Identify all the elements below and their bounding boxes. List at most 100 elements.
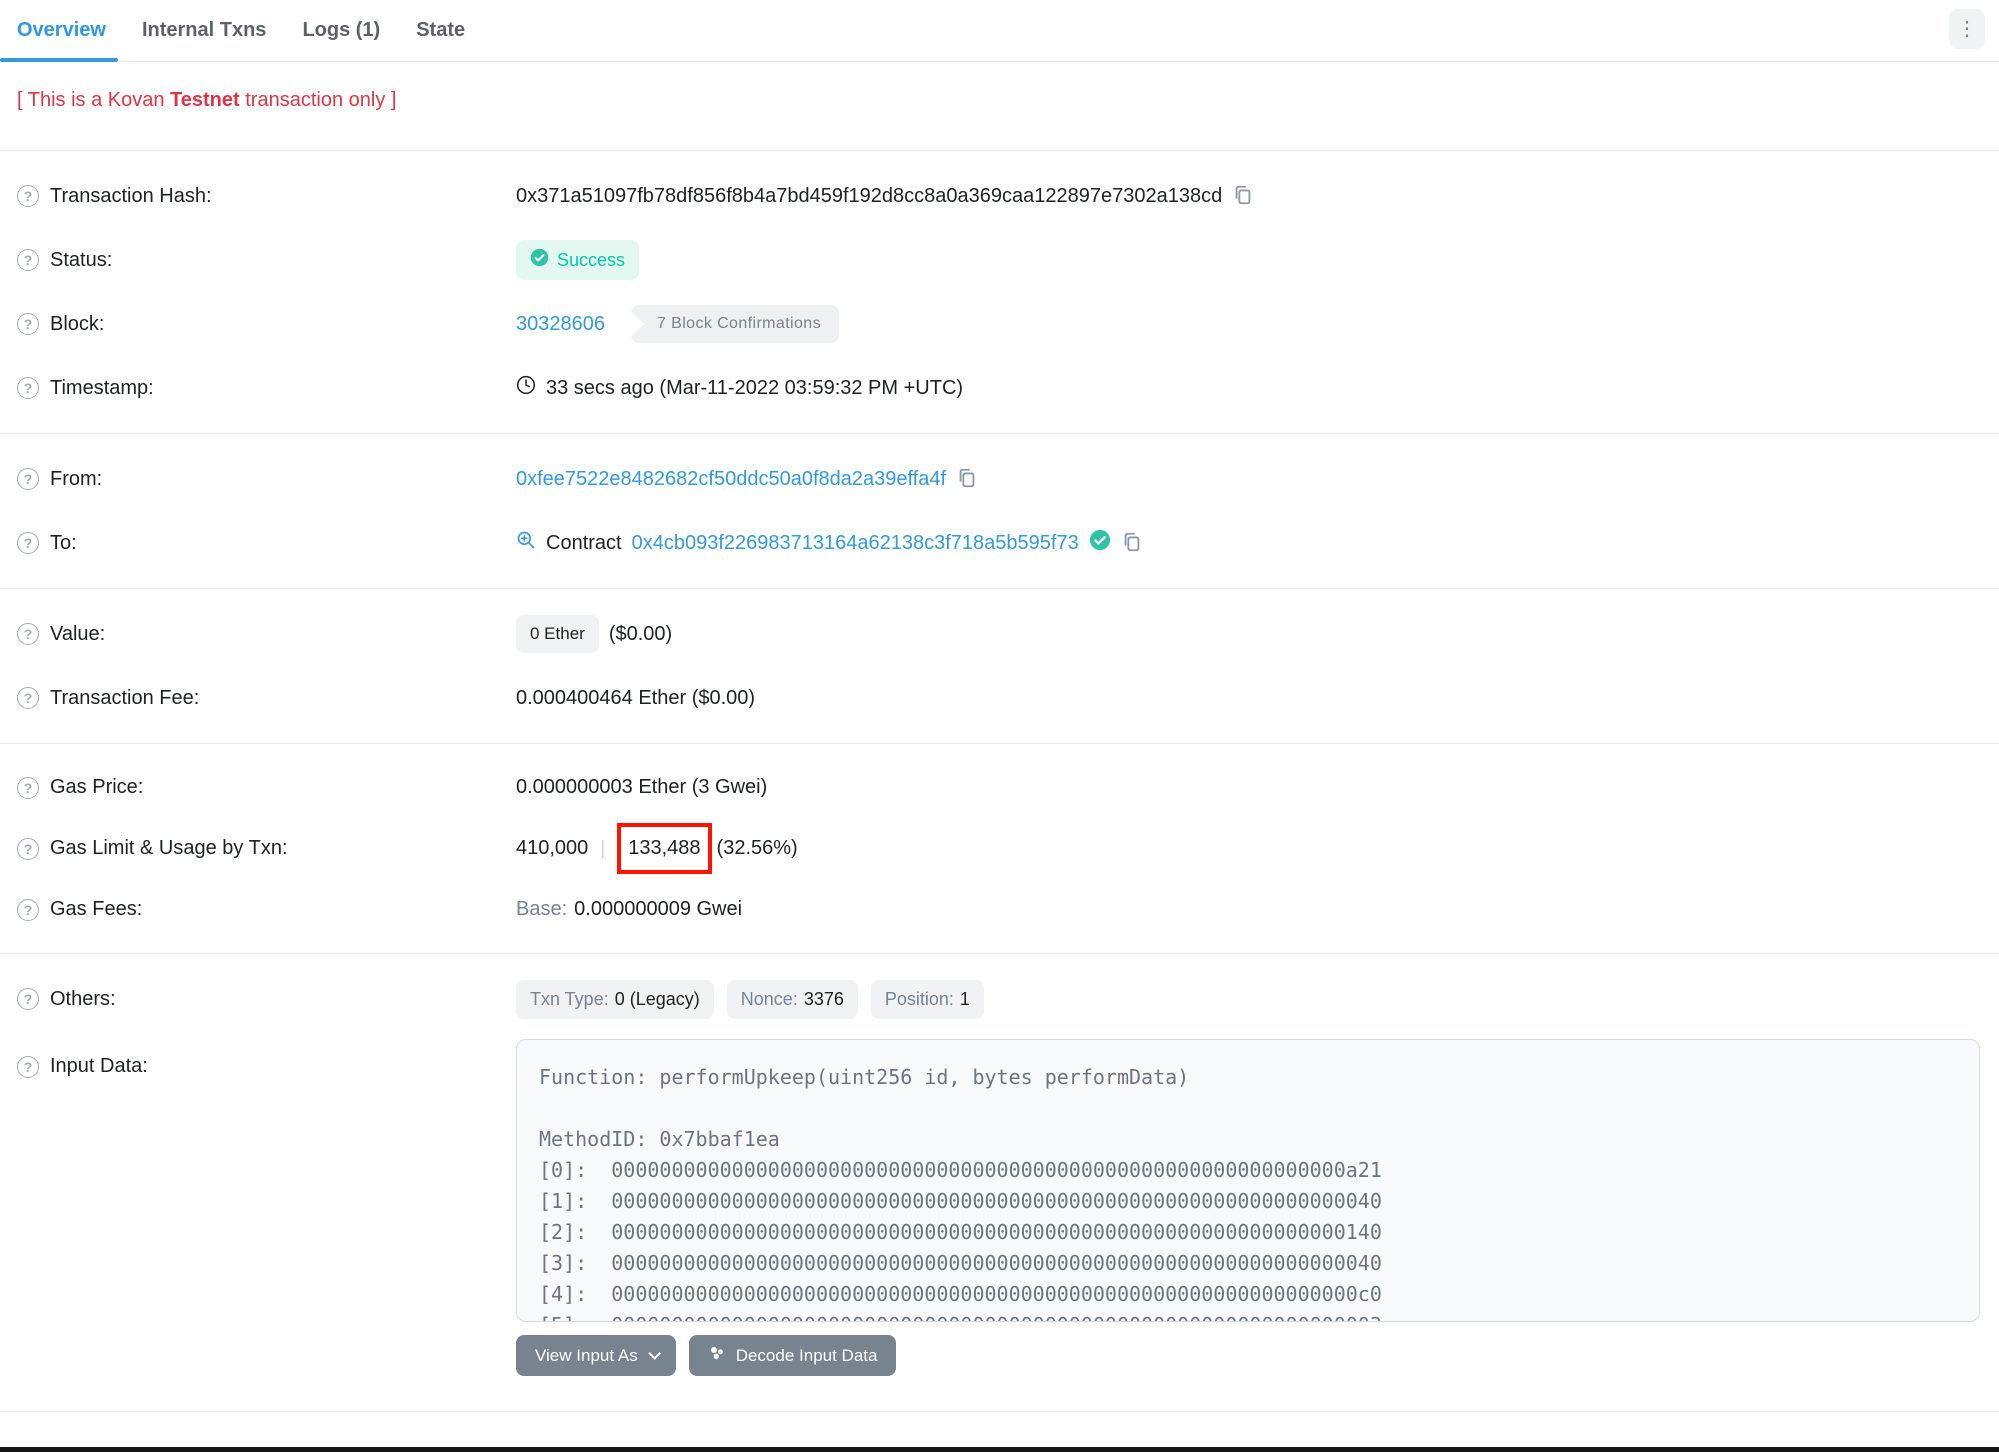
tab-logs[interactable]: Logs (1) <box>302 0 380 61</box>
divider <box>0 1411 1999 1412</box>
gas-price-label-group: ? Gas Price: <box>17 776 516 799</box>
position-badge: Position: 1 <box>870 979 984 1019</box>
tab-internal-txns[interactable]: Internal Txns <box>142 0 266 61</box>
decode-icon <box>708 1344 726 1367</box>
tab-state-label: State <box>416 19 466 41</box>
gas-limit-label: Gas Limit & Usage by Txn: <box>50 837 288 859</box>
copy-hash-button[interactable] <box>1232 184 1254 209</box>
timestamp-label: Timestamp: <box>50 376 154 399</box>
help-icon[interactable]: ? <box>17 687 39 709</box>
testnet-notice-suffix: transaction only ] <box>239 89 397 111</box>
tab-bar: Overview Internal Txns Logs (1) State ⋮ <box>0 0 1999 62</box>
tab-state[interactable]: State <box>416 0 465 61</box>
row-gas-price: ? Gas Price: 0.000000003 Ether (3 Gwei) <box>0 757 1999 818</box>
others-label: Others: <box>50 987 116 1010</box>
gas-limit-value: 410,000 <box>516 837 589 859</box>
section-gas: ? Gas Price: 0.000000003 Ether (3 Gwei) … <box>0 744 1999 953</box>
nonce-value: 3376 <box>803 988 844 1009</box>
input-data-textarea[interactable]: Function: performUpkeep(uint256 id, byte… <box>516 1039 1980 1322</box>
row-transaction-hash: ? Transaction Hash: 0x371a51097fb78df856… <box>0 164 1999 228</box>
section-value: ? Value: 0 Ether ($0.00) ? Transaction F… <box>0 589 1999 743</box>
row-block: ? Block: 30328606 7 Block Confirmations <box>0 292 1999 356</box>
txn-type-badge: Txn Type: 0 (Legacy) <box>516 979 714 1019</box>
tab-overview[interactable]: Overview <box>0 0 118 62</box>
transaction-detail-page: Overview Internal Txns Logs (1) State ⋮ … <box>0 0 1999 1452</box>
value-usd: ($0.00) <box>608 622 673 645</box>
status-label: Status: <box>50 248 113 271</box>
row-from: ? From: 0xfee7522e8482682cf50ddc50a0f8da… <box>0 447 1999 511</box>
copy-icon <box>1121 531 1143 556</box>
help-icon[interactable]: ? <box>17 468 39 490</box>
txn-type-label: Txn Type: <box>530 988 609 1009</box>
position-label: Position: <box>884 988 954 1009</box>
help-icon[interactable]: ? <box>17 249 39 271</box>
to-address-link[interactable]: 0x4cb093f226983713164a62138c3f718a5b595f… <box>632 532 1079 555</box>
status-badge-label: Success <box>557 249 626 270</box>
txn-type-value: 0 (Legacy) <box>614 988 700 1009</box>
status-label-group: ? Status: <box>17 249 516 272</box>
block-confirmations-badge: 7 Block Confirmations <box>630 305 840 343</box>
row-to: ? To: Contract 0x4cb093f226983713164a621… <box>0 511 1999 575</box>
zoom-in-icon[interactable] <box>516 530 536 556</box>
tab-internal-txns-label: Internal Txns <box>141 19 267 41</box>
testnet-notice-prefix: [ This is a Kovan <box>17 89 171 111</box>
transaction-fee-value: 0.000400464 Ether ($0.00) <box>516 686 756 709</box>
help-icon[interactable]: ? <box>17 532 39 554</box>
gas-limit-label-group: ? Gas Limit & Usage by Txn: <box>17 837 516 860</box>
timestamp-label-group: ? Timestamp: <box>17 377 516 400</box>
gas-fees-base-label: Base: <box>516 898 568 920</box>
gas-price-label: Gas Price: <box>50 776 144 798</box>
gas-price-value: 0.000000003 Ether (3 Gwei) <box>516 776 768 798</box>
help-icon[interactable]: ? <box>17 1055 39 1078</box>
status-badge: Success <box>516 240 640 280</box>
help-icon[interactable]: ? <box>17 837 39 860</box>
copy-to-address-button[interactable] <box>1121 531 1143 556</box>
help-icon[interactable]: ? <box>17 623 39 645</box>
value-label: Value: <box>50 622 106 645</box>
window-bottom-edge <box>0 1447 1999 1452</box>
input-data-actions: View Input As Decode Input Data <box>516 1335 1999 1376</box>
copy-from-address-button[interactable] <box>956 467 978 492</box>
position-value: 1 <box>959 988 970 1009</box>
block-label-group: ? Block: <box>17 313 516 336</box>
value-label-group: ? Value: <box>17 623 516 646</box>
transaction-hash-label: Transaction Hash: <box>50 184 212 207</box>
value-amount: 0 Ether <box>530 624 585 643</box>
from-label: From: <box>50 467 103 490</box>
transaction-hash-label-group: ? Transaction Hash: <box>17 185 516 208</box>
help-icon[interactable]: ? <box>17 776 39 799</box>
row-gas-limit-usage: ? Gas Limit & Usage by Txn: 410,000 | 13… <box>0 818 1999 879</box>
copy-icon <box>1232 184 1254 209</box>
from-address-link[interactable]: 0xfee7522e8482682cf50ddc50a0f8da2a39effa… <box>516 468 946 491</box>
block-number-link[interactable]: 30328606 <box>516 313 605 336</box>
nonce-badge: Nonce: 3376 <box>726 979 858 1019</box>
help-icon[interactable]: ? <box>17 988 39 1010</box>
testnet-notice: [ This is a Kovan Testnet transaction on… <box>17 89 1999 112</box>
kebab-menu-icon: ⋮ <box>1957 18 1977 40</box>
view-input-as-button[interactable]: View Input As <box>516 1335 676 1376</box>
from-label-group: ? From: <box>17 468 516 491</box>
help-icon[interactable]: ? <box>17 313 39 335</box>
row-timestamp: ? Timestamp: 33 secs ago (Mar-11-2022 03… <box>0 356 1999 420</box>
input-data-label-group: ? Input Data: <box>17 1039 516 1078</box>
help-icon[interactable]: ? <box>17 185 39 207</box>
transaction-fee-label-group: ? Transaction Fee: <box>17 687 516 710</box>
view-input-as-label: View Input As <box>535 1345 638 1365</box>
gas-limit-separator: | <box>600 837 606 859</box>
timestamp-value: 33 secs ago (Mar-11-2022 03:59:32 PM +UT… <box>546 376 964 399</box>
to-label: To: <box>50 531 77 554</box>
transaction-hash-value: 0x371a51097fb78df856f8b4a7bd459f192d8cc8… <box>516 184 1223 207</box>
to-label-group: ? To: <box>17 532 516 555</box>
more-options-button[interactable]: ⋮ <box>1949 9 1985 49</box>
help-icon[interactable]: ? <box>17 898 39 921</box>
to-contract-prefix: Contract <box>546 531 622 554</box>
row-others: ? Others: Txn Type: 0 (Legacy) Nonce: 33… <box>0 967 1999 1031</box>
block-label: Block: <box>50 312 105 335</box>
testnet-notice-bold: Testnet <box>170 89 240 111</box>
decode-input-data-button[interactable]: Decode Input Data <box>688 1335 897 1376</box>
help-icon[interactable]: ? <box>17 377 39 399</box>
section-others-input: ? Others: Txn Type: 0 (Legacy) Nonce: 33… <box>0 954 1999 1411</box>
row-input-data: ? Input Data: Function: performUpkeep(ui… <box>0 1039 1999 1322</box>
